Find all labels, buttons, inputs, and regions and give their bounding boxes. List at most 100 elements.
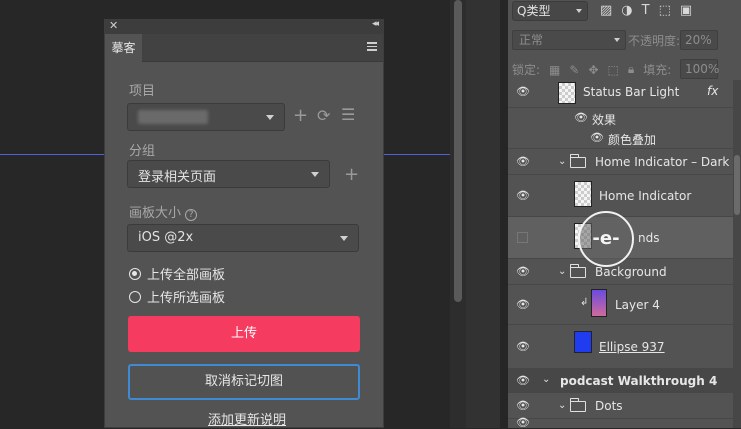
- cursor-highlight: -e-: [578, 211, 634, 267]
- layer-thumbnail: [558, 82, 576, 104]
- eye-icon[interactable]: 👁︎: [516, 155, 530, 168]
- shape-filter-icon[interactable]: ⬚: [659, 3, 671, 18]
- layers-panel: Q类型 ▨ ◑ T ⬚ ▣ 正常 不透明度: 20% 锁定: ▦ ✎ ✥ ⬚ 🔒…: [508, 0, 741, 429]
- chevron-down-icon: [614, 38, 620, 42]
- radio-unchecked-icon[interactable]: [129, 290, 141, 303]
- project-value-blurred: [138, 110, 208, 124]
- layer-thumbnail: [574, 331, 592, 353]
- group-row[interactable]: 👁︎ ⌄ Dots: [508, 393, 733, 419]
- eye-icon[interactable]: 👁︎: [516, 298, 530, 311]
- adjustment-filter-icon[interactable]: ◑: [621, 3, 632, 18]
- clipping-arrow-icon: ↲: [580, 297, 589, 308]
- folder-icon: [569, 264, 586, 278]
- list-icon[interactable]: ☰: [341, 106, 355, 124]
- layer-name: nds: [638, 231, 660, 245]
- artboard-size-value: iOS @2x: [138, 230, 194, 245]
- chevron-down-icon[interactable]: ⌄: [558, 266, 566, 277]
- layer-name: Home Indicator: [599, 189, 692, 203]
- upload-button[interactable]: 上传: [128, 316, 360, 352]
- group-row[interactable]: 👁︎ ⌄ Home Indicator – Dark: [508, 149, 733, 175]
- eye-icon[interactable]: 👁︎: [590, 131, 604, 144]
- lock-row: 锁定: ▦ ✎ ✥ ⬚ 🔒︎ 填充:: [512, 61, 671, 78]
- chevron-down-icon: [266, 115, 274, 120]
- radio-upload-selected-label: 上传所选画板: [147, 291, 226, 306]
- pixel-filter-icon[interactable]: ▨: [600, 3, 612, 18]
- layer-thumbnail: [591, 289, 607, 317]
- scroll-thumb[interactable]: [734, 155, 740, 215]
- effects-row[interactable]: 👁︎ 效果: [508, 108, 733, 128]
- eye-icon[interactable]: 👁︎: [516, 340, 530, 353]
- collapse-icon[interactable]: ◂◂: [372, 19, 379, 29]
- lock-position-icon[interactable]: ✥: [588, 63, 598, 77]
- visibility-toggle-off[interactable]: [517, 232, 528, 243]
- smart-object-filter-icon[interactable]: ▣: [680, 3, 692, 18]
- panel-menu-icon[interactable]: [367, 42, 377, 53]
- panel-tab-row: 摹客: [105, 34, 383, 62]
- opacity-input[interactable]: 20%: [680, 30, 718, 50]
- cancel-slice-mark-button[interactable]: 取消标记切图: [128, 364, 360, 400]
- layer-row[interactable]: 👁︎ Status Bar Light fx: [508, 80, 733, 108]
- eye-icon[interactable]: 👁︎: [516, 374, 530, 387]
- chevron-down-icon[interactable]: ⌄: [558, 400, 566, 411]
- add-update-note-link[interactable]: 添加更新说明: [208, 409, 286, 428]
- layer-row[interactable]: 👁︎ Home Indicator: [508, 175, 733, 217]
- type-filter-icon[interactable]: T: [642, 3, 650, 18]
- layer-filter-select[interactable]: Q类型: [512, 1, 588, 21]
- tab-mockplus[interactable]: 摹客: [105, 34, 142, 62]
- lock-transparent-icon[interactable]: ▦: [549, 63, 560, 77]
- layer-thumbnail: [574, 181, 592, 207]
- fx-icon[interactable]: fx: [707, 84, 718, 98]
- radio-upload-selected[interactable]: 上传所选画板: [129, 287, 225, 306]
- fill-input[interactable]: 100%: [680, 59, 719, 79]
- chevron-down-icon[interactable]: ⌄: [558, 156, 566, 167]
- artboard-name: podcast Walkthrough 4: [560, 374, 718, 388]
- eye-icon[interactable]: 👁︎: [516, 399, 530, 412]
- fill-label: 填充:: [643, 63, 672, 77]
- help-icon[interactable]: ?: [185, 209, 198, 221]
- eye-icon[interactable]: 👁︎: [516, 416, 530, 429]
- effect-row[interactable]: 👁︎ 颜色叠加: [508, 128, 733, 149]
- layer-row[interactable]: 👁︎: [508, 416, 733, 429]
- artboard-row[interactable]: 👁︎ ⌄ podcast Walkthrough 4: [508, 369, 733, 393]
- lock-image-icon[interactable]: ✎: [569, 63, 579, 77]
- artboard-size-select[interactable]: iOS @2x: [127, 224, 359, 252]
- effect-color-overlay: 颜色叠加: [608, 133, 657, 147]
- filter-icons: ▨ ◑ T ⬚ ▣: [600, 3, 692, 18]
- layer-name: Ellipse 937: [599, 340, 665, 354]
- canvas-scrollbar[interactable]: [450, 0, 466, 428]
- chevron-down-icon[interactable]: ⌄: [542, 374, 550, 385]
- layer-row[interactable]: 👁︎ Ellipse 937: [508, 325, 733, 369]
- lock-all-icon[interactable]: 🔒︎: [628, 62, 634, 77]
- panel-titlebar: ✕ ◂◂: [105, 19, 383, 34]
- layer-row[interactable]: 👁︎ ↲ Layer 4: [508, 285, 733, 325]
- panel-dock-strip: [466, 0, 500, 428]
- eye-icon[interactable]: 👁︎: [574, 111, 588, 124]
- radio-upload-all-label: 上传全部画板: [147, 268, 226, 283]
- eye-icon[interactable]: 👁︎: [516, 189, 530, 202]
- lock-artboard-icon[interactable]: ⬚: [608, 63, 619, 77]
- chevron-down-icon: [576, 9, 582, 13]
- layer-name: Background: [595, 265, 667, 279]
- group-select[interactable]: 登录相关页面: [127, 160, 330, 188]
- layer-name: Dots: [595, 399, 623, 413]
- artboard-size-label: 画板大小 ?: [129, 202, 198, 221]
- add-icon[interactable]: +: [293, 107, 308, 125]
- folder-icon: [569, 154, 586, 168]
- eye-icon[interactable]: 👁︎: [516, 85, 530, 98]
- blend-mode-select[interactable]: 正常: [512, 30, 626, 50]
- project-label: 项目: [129, 84, 156, 99]
- effects-label: 效果: [592, 113, 617, 127]
- folder-icon: [569, 398, 586, 412]
- refresh-icon[interactable]: ⟳: [317, 107, 330, 125]
- group-label: 分组: [129, 144, 156, 159]
- eye-icon[interactable]: 👁︎: [516, 265, 530, 278]
- radio-upload-all[interactable]: 上传全部画板: [129, 264, 225, 283]
- project-select[interactable]: [127, 103, 285, 131]
- scroll-thumb[interactable]: [454, 0, 462, 302]
- opacity-label: 不透明度:: [628, 34, 681, 48]
- layers-scrollbar[interactable]: [733, 80, 741, 428]
- add-group-icon[interactable]: +: [344, 166, 359, 184]
- radio-checked-icon[interactable]: [129, 267, 141, 280]
- layer-name: Status Bar Light: [583, 85, 680, 99]
- close-icon[interactable]: ✕: [109, 19, 118, 32]
